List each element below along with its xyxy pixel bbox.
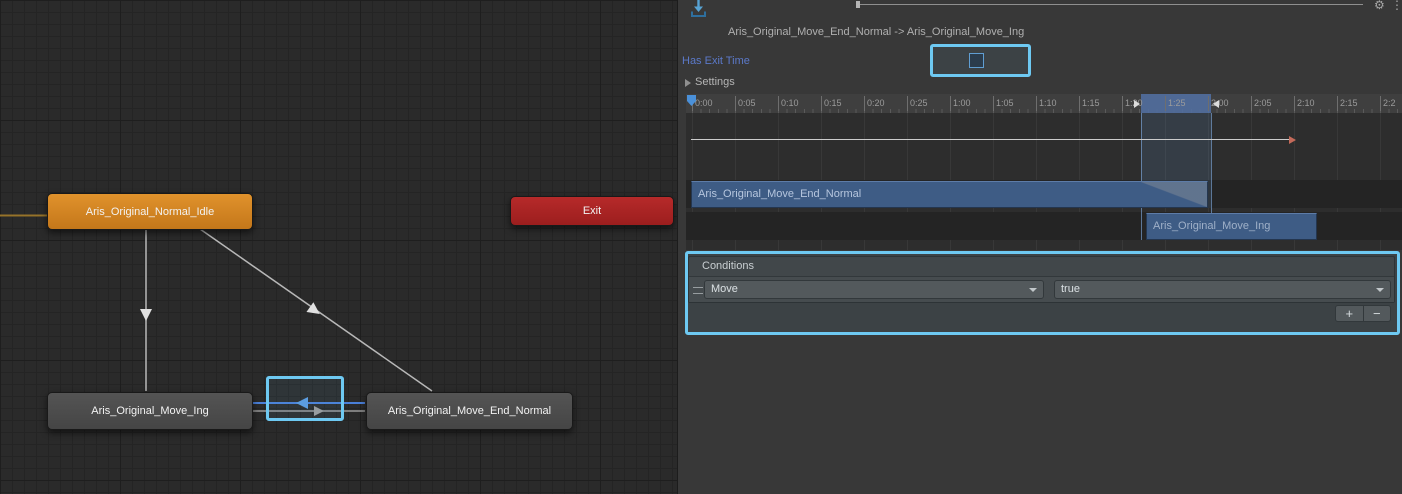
transition-icon: [690, 0, 707, 21]
timeline-tick-label: 0:10: [778, 96, 799, 111]
more-options-icon[interactable]: ⋮: [1391, 0, 1402, 12]
timeline-tick-label: 1:00: [950, 96, 971, 111]
timeline-tick-label: 2:15: [1337, 96, 1358, 111]
timeline-tick-label: 2:10: [1294, 96, 1315, 111]
clip-bar-label: Aris_Original_Move_Ing: [1153, 220, 1270, 232]
clip-bar-label: Aris_Original_Move_End_Normal: [698, 188, 861, 200]
conditions-footer-buttons: + −: [1335, 305, 1391, 322]
state-node-label: Aris_Original_Move_End_Normal: [388, 405, 551, 417]
tutorial-highlight-transition-arrow: [266, 376, 344, 421]
timeline-tick-label: 1:25: [1165, 96, 1186, 111]
header-slider-handle[interactable]: [856, 1, 860, 8]
timeline-ruler[interactable]: 0:000:050:100:150:200:251:001:051:101:15…: [686, 94, 1402, 114]
timeline-tick-label: 1:10: [1036, 96, 1057, 111]
add-condition-button[interactable]: +: [1336, 306, 1364, 321]
state-node-exit[interactable]: Exit: [510, 196, 674, 226]
header-slider-track[interactable]: [859, 4, 1363, 5]
animator-window: Aris_Original_Normal_Idle Exit Aris_Orig…: [0, 0, 1402, 494]
settings-foldout-icon[interactable]: [685, 79, 691, 87]
transition-end-handle[interactable]: [1213, 100, 1219, 108]
transition-title: Aris_Original_Move_End_Normal -> Aris_Or…: [728, 26, 1024, 38]
condition-value-dropdown[interactable]: true: [1054, 280, 1391, 299]
timeline-tick-label: 0:05: [735, 96, 756, 111]
blend-curve-line: [691, 139, 1291, 140]
timeline-tick-label: 2:05: [1251, 96, 1272, 111]
blend-curve-arrow-icon: [1289, 136, 1296, 144]
timeline-tick-label: 1:15: [1079, 96, 1100, 111]
state-node-label: Exit: [583, 205, 601, 217]
has-exit-time-label: Has Exit Time: [682, 55, 750, 67]
conditions-header: Conditions: [702, 260, 754, 272]
inspector-panel: ⚙ ⋮ Aris_Original_Move_End_Normal -> Ari…: [677, 0, 1402, 494]
gear-icon[interactable]: ⚙: [1374, 0, 1385, 12]
state-node-normal-idle[interactable]: Aris_Original_Normal_Idle: [47, 193, 253, 230]
clip-bar-move-ing[interactable]: Aris_Original_Move_Ing: [1146, 213, 1317, 240]
settings-foldout-label[interactable]: Settings: [695, 76, 735, 88]
transition-start-line[interactable]: [1141, 113, 1142, 240]
condition-parameter-dropdown[interactable]: Move: [704, 280, 1044, 299]
timeline-tick-label: 0:15: [821, 96, 842, 111]
timeline-tick-label: 0:20: [864, 96, 885, 111]
tutorial-highlight-has-exit-time: [930, 44, 1031, 77]
timeline-tick-label: 2:2: [1380, 96, 1396, 111]
condition-drag-handle[interactable]: [693, 287, 703, 294]
clip-fade-out-region: [1141, 182, 1207, 207]
state-node-label: Aris_Original_Normal_Idle: [86, 206, 214, 218]
transition-arrow-down[interactable]: [140, 309, 152, 321]
animator-graph-canvas[interactable]: Aris_Original_Normal_Idle Exit Aris_Orig…: [0, 0, 677, 494]
timeline-tick-label: 1:05: [993, 96, 1014, 111]
state-node-move-ing[interactable]: Aris_Original_Move_Ing: [47, 392, 253, 430]
clip-bar-move-end-normal[interactable]: Aris_Original_Move_End_Normal: [691, 181, 1208, 208]
state-node-move-end-normal[interactable]: Aris_Original_Move_End_Normal: [366, 392, 573, 430]
remove-condition-button[interactable]: −: [1364, 306, 1391, 321]
timeline-tick-label: 0:25: [907, 96, 928, 111]
state-node-label: Aris_Original_Move_Ing: [91, 405, 208, 417]
transition-start-handle[interactable]: [1134, 100, 1140, 108]
